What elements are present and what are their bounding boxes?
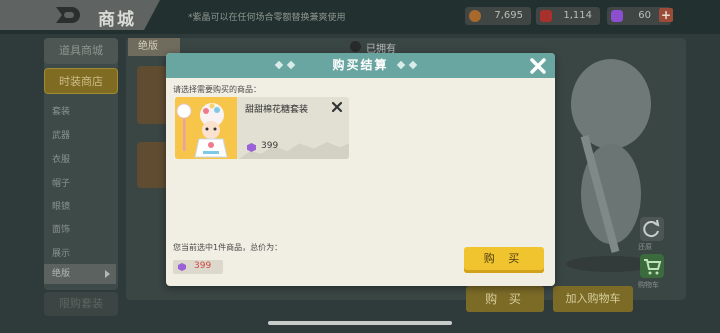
ticket-counter: 1,114: [536, 7, 600, 25]
sidebar-item-limited[interactable]: 绝版: [44, 264, 116, 284]
cart-label: 购物车: [638, 281, 659, 289]
sidebar-item-fashion-shop[interactable]: 时装商店: [44, 68, 118, 94]
purple-gem-icon: [178, 263, 186, 271]
sidebar-item-hat[interactable]: 帽子: [52, 176, 70, 189]
owned-filter-toggle[interactable]: [350, 41, 361, 52]
sidebar-item-limited-label: 绝版: [52, 269, 71, 279]
limited-suit-button[interactable]: 限购套装: [44, 292, 118, 316]
cotton-candy-suit-thumbnail: [175, 97, 237, 159]
close-icon[interactable]: [528, 56, 548, 76]
remove-item-icon[interactable]: [331, 101, 343, 113]
product-card[interactable]: 甜甜棉花糖套装 399: [175, 97, 349, 159]
cart-icon: [644, 259, 662, 275]
coin-counter: 7,695: [465, 7, 531, 25]
restore-label: 还原: [638, 243, 652, 251]
restore-button[interactable]: [640, 217, 664, 241]
sidebar-item-glasses[interactable]: 眼镜: [52, 199, 70, 212]
gem-value: 60: [638, 10, 651, 21]
select-prompt: 请选择需要购买的商品：: [173, 85, 261, 94]
home-indicator: [268, 321, 452, 325]
back-arrow-icon[interactable]: [52, 5, 82, 25]
gem-icon: [611, 10, 623, 22]
sidebar-item-prop-shop[interactable]: 道具商城: [44, 38, 118, 64]
page-title: 商城: [98, 10, 136, 30]
bg-buy-button[interactable]: 购 买: [466, 286, 544, 312]
coin-icon: [469, 10, 481, 22]
ticket-icon: [540, 10, 552, 22]
item-card[interactable]: [137, 142, 169, 188]
sidebar-item-display[interactable]: 展示: [52, 246, 70, 259]
item-card[interactable]: [137, 66, 169, 124]
ticket-value: 1,114: [563, 10, 592, 21]
gem-counter: 60 +: [607, 7, 673, 25]
top-note: *紫晶可以在任何场合零额替换兼爽使用: [188, 13, 346, 23]
total-label: 您当前选中1件商品，总价为：: [173, 243, 283, 252]
refresh-icon: [643, 219, 660, 238]
sidebar-item-face[interactable]: 面饰: [52, 222, 70, 235]
sidebar-item-clothes[interactable]: 衣服: [52, 152, 70, 165]
cart-button[interactable]: [640, 254, 664, 278]
checkout-dialog: 购买结算 请选择需要购买的商品： 甜甜棉花糖套装 399 您当前选中1件商品，总…: [166, 53, 555, 286]
total-price-box: 399: [173, 260, 223, 274]
product-name: 甜甜棉花糖套装: [245, 105, 309, 115]
purple-gem-icon: [247, 143, 256, 152]
add-gem-button[interactable]: +: [659, 8, 673, 22]
add-to-cart-button[interactable]: 加入购物车: [553, 286, 633, 312]
total-price: 399: [194, 261, 212, 271]
dialog-title: 购买结算: [332, 58, 389, 72]
chevron-right-icon: [105, 270, 110, 278]
sidebar-item-weapon[interactable]: 武器: [52, 128, 70, 141]
coin-value: 7,695: [494, 10, 523, 21]
buy-button[interactable]: 购 买: [464, 247, 544, 273]
product-price: 399: [261, 141, 279, 151]
sidebar-item-suit[interactable]: 套装: [52, 104, 70, 117]
